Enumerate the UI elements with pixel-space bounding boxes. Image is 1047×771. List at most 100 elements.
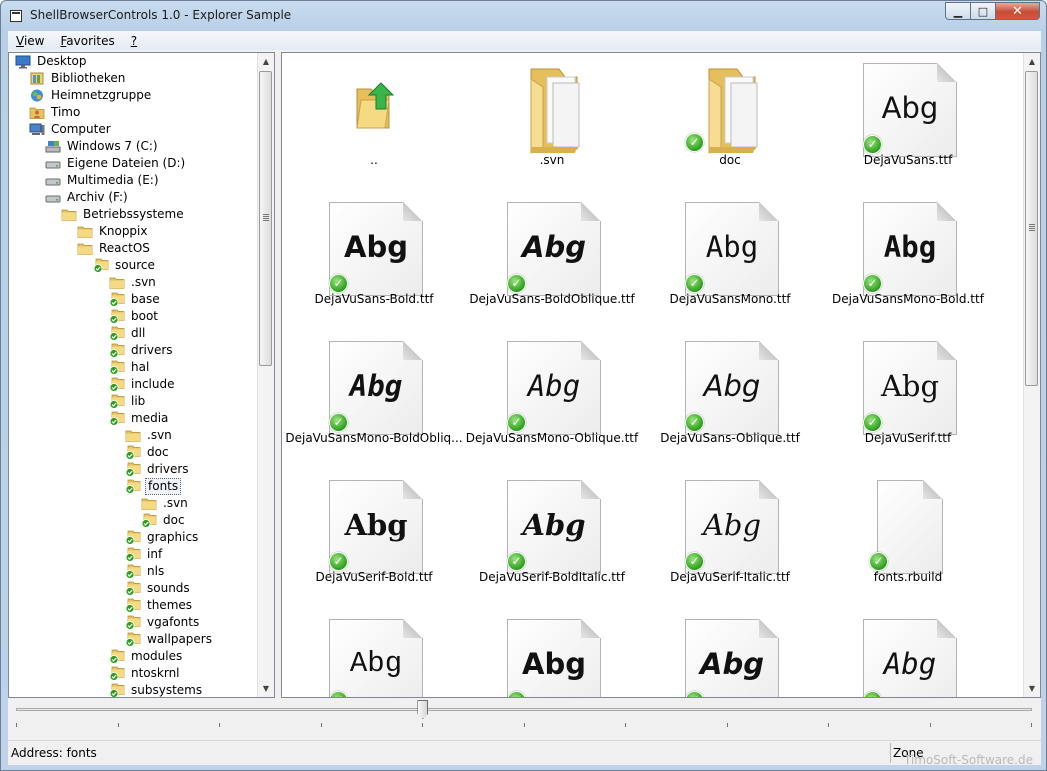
main-content: Desktop Bibliotheken Heimnetzgruppe Timo Com… xyxy=(8,50,1041,700)
tree-item[interactable]: graphics xyxy=(9,529,259,546)
tree-item[interactable]: include xyxy=(9,376,259,393)
file-item[interactable]: Abg ✓ DejaVuSans-BoldOblique.ttf xyxy=(463,196,641,335)
tree-item[interactable]: doc xyxy=(9,512,259,529)
tree-item-label: drivers xyxy=(131,343,173,357)
menu-item-help[interactable]: ? xyxy=(123,34,145,48)
tree-item[interactable]: Desktop xyxy=(9,53,259,70)
tree-scroll-thumb[interactable] xyxy=(259,71,272,366)
file-item[interactable]: Abg ✓ DejaVuSansMono-Oblique.ttf xyxy=(463,335,641,474)
tree-item[interactable]: Knoppix xyxy=(9,223,259,240)
file-item[interactable]: Abg✓ xyxy=(463,613,641,697)
file-item[interactable]: ✓ fonts.rbuild xyxy=(819,474,997,613)
tree-item-label: ntoskrnl xyxy=(131,666,180,680)
tree-item[interactable]: boot xyxy=(9,308,259,325)
tree-item[interactable]: .svn xyxy=(9,427,259,444)
menu-item-favorites[interactable]: Favorites xyxy=(52,34,122,48)
tree-item-label: themes xyxy=(147,598,193,612)
drive-icon xyxy=(45,156,61,171)
tree-item[interactable]: Heimnetzgruppe xyxy=(9,87,259,104)
scroll-down-arrow-icon[interactable]: ▼ xyxy=(258,680,274,697)
tree-item[interactable]: inf xyxy=(9,546,259,563)
file-item[interactable]: Abg ✓ DejaVuSans.ttf xyxy=(819,57,997,196)
tree-item[interactable]: ReactOS xyxy=(9,240,259,257)
tree-item[interactable]: dll xyxy=(9,325,259,342)
svn-check-icon: ✓ xyxy=(863,274,882,293)
font-preview-text: Abg xyxy=(527,369,581,403)
menu-item-view[interactable]: View xyxy=(8,34,52,48)
tree-item[interactable]: nls xyxy=(9,563,259,580)
tree-item[interactable]: fonts xyxy=(9,478,259,495)
tree-scrollbar[interactable]: ▲ ▼ xyxy=(257,53,274,697)
file-item[interactable]: Abg ✓ DejaVuSerif-BoldItalic.ttf xyxy=(463,474,641,613)
tree-item[interactable]: drivers xyxy=(9,342,259,359)
desktop-icon xyxy=(15,54,31,69)
file-name: DejaVuSerif.ttf xyxy=(864,431,952,445)
tree-item-label: nls xyxy=(147,564,165,578)
font-file-icon: Abg xyxy=(507,619,603,697)
file-item[interactable]: Abg ✓ DejaVuSans-Oblique.ttf xyxy=(641,335,819,474)
tree-item[interactable]: Betriebssysteme xyxy=(9,206,259,223)
title-bar[interactable]: ShellBrowserControls 1.0 - Explorer Samp… xyxy=(1,1,1046,31)
tree-item[interactable]: Eigene Dateien (D:) xyxy=(9,155,259,172)
tree-item[interactable]: doc xyxy=(9,444,259,461)
menu-bar: View Favorites? xyxy=(8,31,1041,50)
tree-item[interactable]: Bibliotheken xyxy=(9,70,259,87)
app-icon[interactable] xyxy=(10,10,22,22)
folder-tree[interactable]: Desktop Bibliotheken Heimnetzgruppe Timo Com… xyxy=(8,52,275,698)
scroll-up-arrow-icon[interactable]: ▲ xyxy=(1024,53,1040,70)
font-preview-text: Abg xyxy=(522,230,586,264)
file-item[interactable]: Abg ✓ DejaVuSerif-Italic.ttf xyxy=(641,474,819,613)
tree-item[interactable]: lib xyxy=(9,393,259,410)
menu-mnemonic: ? xyxy=(130,33,138,48)
folder-check-icon xyxy=(109,683,125,697)
scroll-up-arrow-icon[interactable]: ▲ xyxy=(258,53,274,70)
file-scroll-thumb[interactable] xyxy=(1025,71,1038,386)
zoom-slider-track[interactable] xyxy=(16,708,1032,711)
minimize-button[interactable]: ▁ xyxy=(945,2,971,20)
tree-item[interactable]: subsystems xyxy=(9,682,259,697)
tree-item[interactable]: sounds xyxy=(9,580,259,597)
file-name: DejaVuSerif-BoldItalic.ttf xyxy=(479,570,625,584)
tree-item[interactable]: .svn xyxy=(9,274,259,291)
maximize-button[interactable]: □ xyxy=(971,2,996,20)
tree-item[interactable]: wallpapers xyxy=(9,631,259,648)
file-item[interactable]: Abg ✓ DejaVuSerif-Bold.ttf xyxy=(285,474,463,613)
tree-item[interactable]: modules xyxy=(9,648,259,665)
file-item[interactable]: ✓ doc xyxy=(641,57,819,196)
tree-item[interactable]: Multimedia (E:) xyxy=(9,172,259,189)
file-scrollbar[interactable]: ▲ ▼ xyxy=(1023,53,1040,697)
menu-label-rest: avorites xyxy=(66,33,115,48)
file-item[interactable]: Abg ✓ DejaVuSansMono-Bold.ttf xyxy=(819,196,997,335)
tree-item[interactable]: Windows 7 (C:) xyxy=(9,138,259,155)
scroll-down-arrow-icon[interactable]: ▼ xyxy=(1024,680,1040,697)
tree-item[interactable]: base xyxy=(9,291,259,308)
file-item[interactable]: .. xyxy=(285,57,463,196)
font-preview-text: Abg xyxy=(883,230,937,264)
tree-item[interactable]: ntoskrnl xyxy=(9,665,259,682)
file-item[interactable]: Abg ✓ DejaVuSerif.ttf xyxy=(819,335,997,474)
tree-item-label: Knoppix xyxy=(99,224,148,238)
file-item[interactable]: Abg ✓ DejaVuSans-Bold.ttf xyxy=(285,196,463,335)
tree-item[interactable]: Computer xyxy=(9,121,259,138)
tree-item[interactable]: hal xyxy=(9,359,259,376)
close-button[interactable]: ✕ xyxy=(996,2,1040,20)
file-item[interactable]: Abg✓ xyxy=(285,613,463,697)
file-item[interactable]: Abg✓ xyxy=(819,613,997,697)
file-item[interactable]: Abg✓ xyxy=(641,613,819,697)
svn-check-icon: ✓ xyxy=(685,413,704,432)
file-item[interactable]: Abg ✓ DejaVuSansMono-BoldObliq... xyxy=(285,335,463,474)
tree-item[interactable]: Timo xyxy=(9,104,259,121)
tree-item[interactable]: media xyxy=(9,410,259,427)
font-preview-text: Abg xyxy=(344,230,408,264)
tree-item[interactable]: .svn xyxy=(9,495,259,512)
file-item[interactable]: Abg ✓ DejaVuSansMono.ttf xyxy=(641,196,819,335)
tree-item[interactable]: drivers xyxy=(9,461,259,478)
file-item[interactable]: .svn xyxy=(463,57,641,196)
zoom-slider-thumb[interactable] xyxy=(417,700,429,719)
tree-item[interactable]: themes xyxy=(9,597,259,614)
file-view[interactable]: .. .svn ✓ doc Abg ✓ DejaVuSans.ttf Abg ✓ DejaVuSa… xyxy=(281,52,1041,698)
tree-item[interactable]: vgafonts xyxy=(9,614,259,631)
tree-item[interactable]: Archiv (F:) xyxy=(9,189,259,206)
menu-label-rest: iew xyxy=(23,33,45,48)
tree-item[interactable]: source xyxy=(9,257,259,274)
